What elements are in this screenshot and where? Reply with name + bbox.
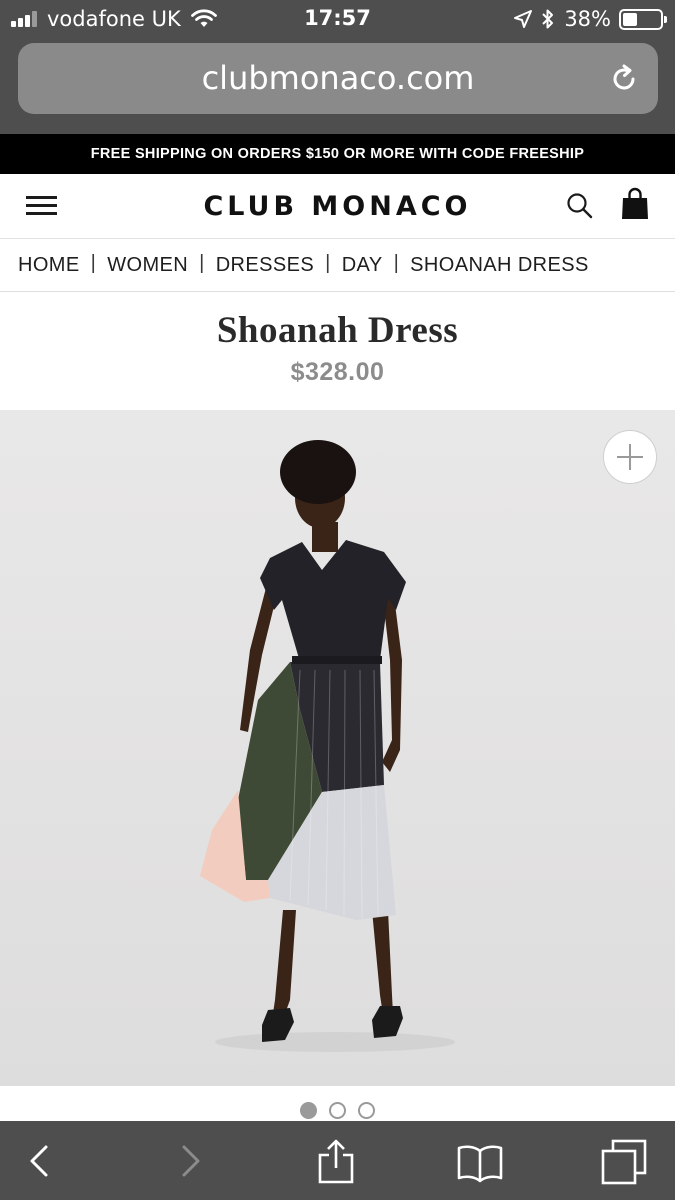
breadcrumb: HOME | WOMEN | DRESSES | DAY | SHOANAH D…	[0, 240, 675, 292]
browser-toolbar	[0, 1121, 675, 1200]
browser-chrome-top: vodafone UK 17:57 38% clubmonaco.com	[0, 0, 675, 134]
status-right: 38%	[514, 7, 667, 31]
book-icon[interactable]	[454, 1135, 506, 1187]
breadcrumb-separator: |	[199, 252, 205, 274]
bluetooth-icon	[542, 9, 554, 29]
breadcrumb-women[interactable]: WOMEN	[107, 254, 188, 277]
url-text[interactable]: clubmonaco.com	[18, 43, 658, 114]
model-photo	[0, 410, 675, 1086]
breadcrumb-dresses[interactable]: DRESSES	[216, 254, 314, 277]
breadcrumb-day[interactable]: DAY	[342, 254, 383, 277]
promo-text: FREE SHIPPING ON ORDERS $150 OR MORE WIT…	[90, 146, 510, 162]
zoom-button[interactable]	[603, 430, 657, 484]
promo-banner[interactable]: FREE SHIPPING ON ORDERS $150 OR MORE WIT…	[0, 134, 675, 174]
share-icon[interactable]	[310, 1135, 362, 1187]
battery-percent: 38%	[564, 7, 611, 31]
status-bar: vodafone UK 17:57 38%	[0, 0, 675, 38]
promo-code: FREESHIP	[509, 146, 585, 162]
site-header: CLUB MONACO	[0, 174, 675, 239]
chevron-left-icon[interactable]	[14, 1135, 66, 1187]
breadcrumb-home[interactable]: HOME	[18, 254, 80, 277]
breadcrumb-separator: |	[393, 252, 400, 274]
carousel-dot[interactable]	[329, 1102, 346, 1119]
breadcrumb-separator: |	[325, 252, 331, 274]
breadcrumb-separator: |	[90, 252, 97, 274]
battery-icon	[619, 8, 667, 30]
product-title: Shoanah Dress	[216, 310, 459, 351]
breadcrumb-current: SHOANAH DRESS	[410, 254, 589, 276]
carousel-dot[interactable]	[358, 1102, 375, 1119]
shopping-bag-icon[interactable]	[619, 186, 651, 222]
carousel-dots	[0, 1102, 675, 1119]
location-icon	[514, 10, 533, 28]
product-image[interactable]	[0, 410, 675, 1086]
address-bar[interactable]: clubmonaco.com	[18, 43, 658, 114]
search-icon[interactable]	[564, 190, 596, 222]
reload-icon[interactable]	[608, 63, 640, 95]
plus-icon	[617, 444, 643, 470]
carousel-dot[interactable]	[300, 1102, 317, 1119]
chevron-right-icon[interactable]	[164, 1135, 216, 1187]
tabs-icon[interactable]	[598, 1135, 650, 1187]
product-price: $328.00	[290, 358, 385, 386]
